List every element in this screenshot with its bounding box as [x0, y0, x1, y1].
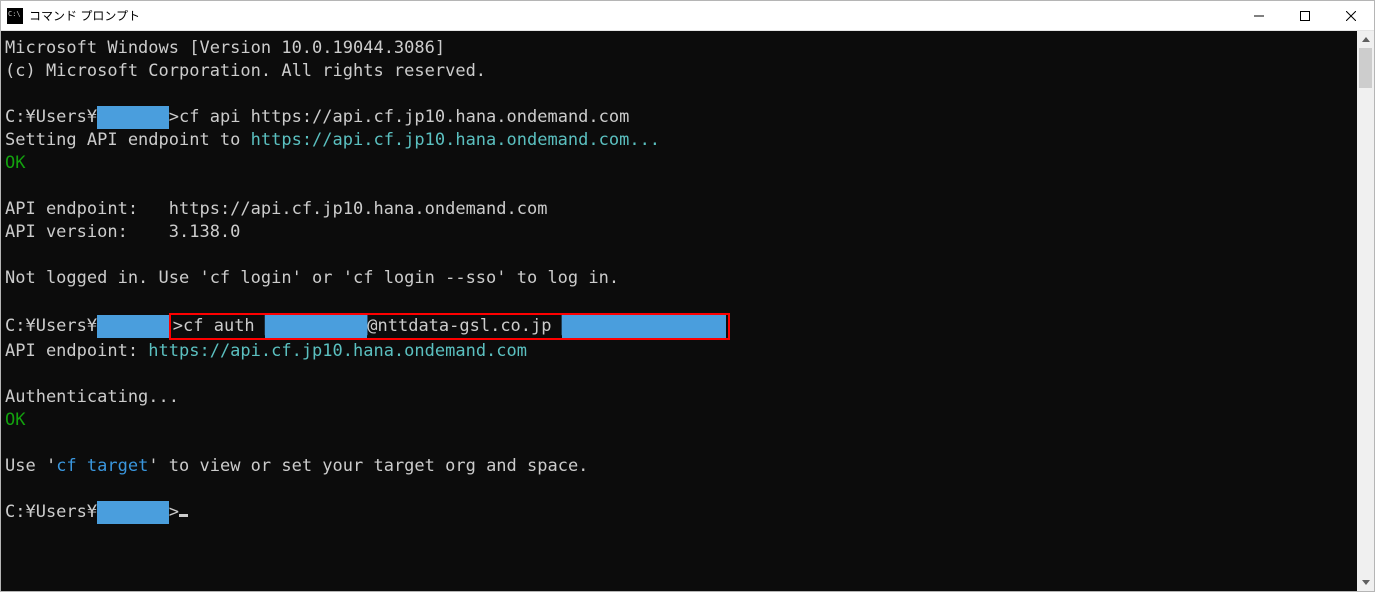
- line-copyright: (c) Microsoft Corporation. All rights re…: [5, 61, 486, 81]
- minimize-icon: [1254, 11, 1264, 21]
- setting-endpoint-text: Setting API endpoint to: [5, 130, 251, 150]
- cmd-icon: [7, 8, 23, 24]
- scroll-up-button[interactable]: [1357, 31, 1374, 48]
- redacted-user: ███████: [97, 501, 169, 524]
- prompt-path: C:¥Users¥: [5, 502, 97, 522]
- redacted-user: ███████: [97, 106, 169, 129]
- terminal-output[interactable]: Microsoft Windows [Version 10.0.19044.30…: [1, 31, 1357, 591]
- vertical-scrollbar[interactable]: [1357, 31, 1374, 591]
- cmd-cf-auth: >cf auth: [173, 316, 265, 336]
- cmd-cf-api: >cf api https://api.cf.jp10.hana.ondeman…: [169, 107, 630, 127]
- redacted-password: ████████████████: [562, 315, 726, 338]
- client-area: Microsoft Windows [Version 10.0.19044.30…: [1, 31, 1374, 591]
- line-version: Microsoft Windows [Version 10.0.19044.30…: [5, 38, 445, 58]
- use-text-after: ' to view or set your target org and spa…: [148, 456, 588, 476]
- api-endpoint-label: API endpoint:: [5, 199, 169, 219]
- status-ok: OK: [5, 410, 25, 430]
- window-controls: [1236, 1, 1374, 30]
- cursor: [179, 514, 188, 517]
- api-endpoint-label: API endpoint:: [5, 341, 148, 361]
- status-ok: OK: [5, 153, 25, 173]
- use-text: Use ': [5, 456, 56, 476]
- window-title: コマンド プロンプト: [29, 7, 1236, 24]
- api-endpoint-value: https://api.cf.jp10.hana.ondemand.com: [169, 199, 548, 219]
- chevron-down-icon: [1362, 580, 1370, 585]
- prompt-char: >: [169, 502, 179, 522]
- maximize-button[interactable]: [1282, 1, 1328, 30]
- api-version: API version: 3.138.0: [5, 222, 240, 242]
- prompt-path: C:¥Users¥: [5, 316, 97, 336]
- scroll-thumb[interactable]: [1359, 48, 1372, 88]
- redacted-email-user: ██████████: [265, 315, 367, 338]
- redacted-user: ███████: [97, 315, 169, 338]
- close-icon: [1346, 11, 1356, 21]
- cf-target-cmd: cf target: [56, 456, 148, 476]
- authenticating-text: Authenticating...: [5, 387, 179, 407]
- minimize-button[interactable]: [1236, 1, 1282, 30]
- endpoint-url-link: https://api.cf.jp10.hana.ondemand.com: [148, 341, 527, 361]
- scroll-down-button[interactable]: [1357, 574, 1374, 591]
- prompt-path: C:¥Users¥: [5, 107, 97, 127]
- chevron-up-icon: [1362, 37, 1370, 42]
- email-domain: @nttdata-gsl.co.jp: [367, 316, 561, 336]
- endpoint-url-link: https://api.cf.jp10.hana.ondemand.com...: [251, 130, 660, 150]
- cmd-window: コマンド プロンプト Microsoft Windows [Version 10…: [0, 0, 1375, 592]
- close-button[interactable]: [1328, 1, 1374, 30]
- not-logged-in: Not logged in. Use 'cf login' or 'cf log…: [5, 268, 619, 288]
- highlighted-command: >cf auth ██████████@nttdata-gsl.co.jp ██…: [169, 313, 730, 340]
- maximize-icon: [1300, 11, 1310, 21]
- titlebar[interactable]: コマンド プロンプト: [1, 1, 1374, 31]
